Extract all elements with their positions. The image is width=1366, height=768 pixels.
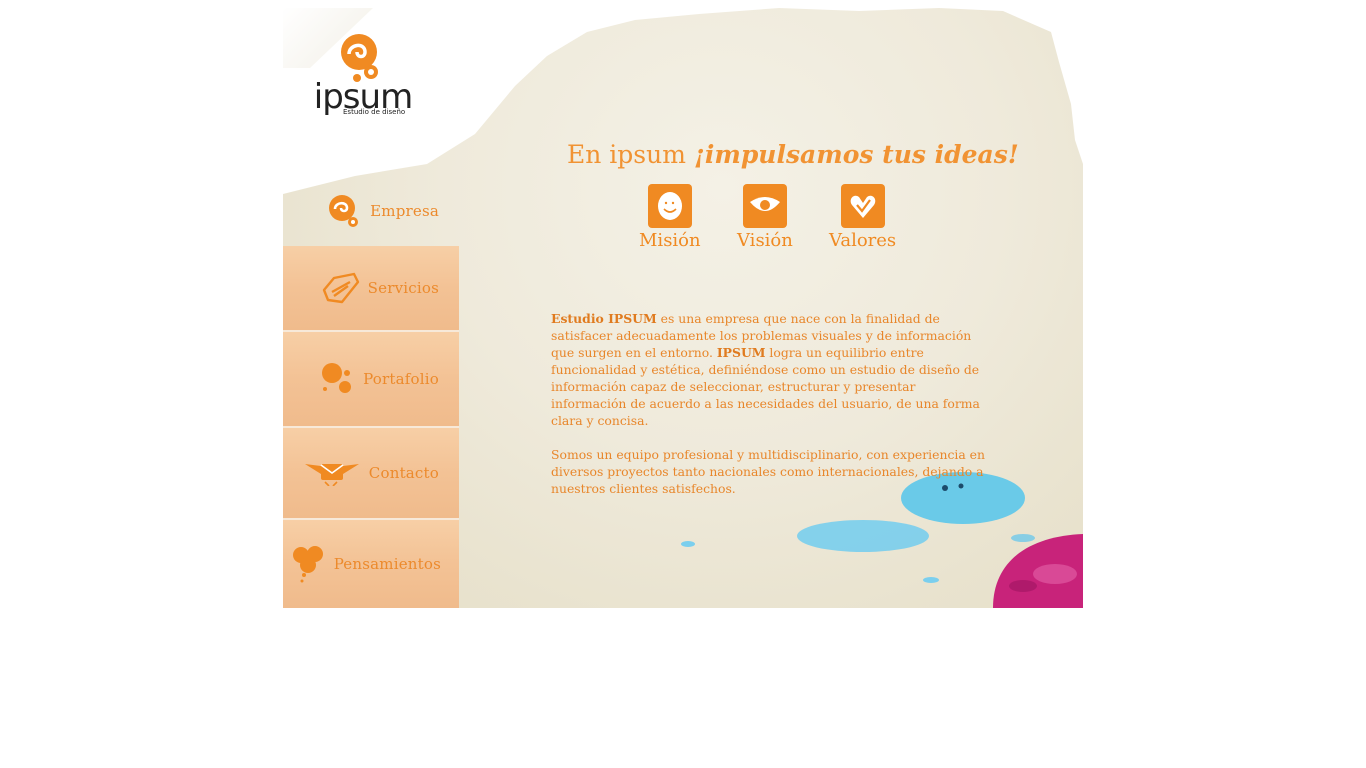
nav-label-empresa: Empresa [370, 202, 439, 220]
nav-label-portafolio: Portafolio [363, 370, 439, 388]
nav-label-servicios: Servicios [367, 279, 439, 297]
brand-name-bold: IPSUM [716, 345, 766, 360]
valores-link[interactable]: Valores [829, 184, 896, 251]
logo-swirl-icon [329, 195, 359, 227]
handshake-icon [322, 272, 359, 304]
eye-icon [742, 184, 787, 228]
nav-label-contacto: Contacto [368, 464, 439, 482]
nav-label-pensamientos: Pensamientos [333, 555, 441, 573]
company-name-bold: Estudio IPSUM [551, 311, 657, 326]
description-paragraph-2: Somos un equipo profesional y multidisci… [551, 447, 985, 496]
vision-label: Visión [737, 230, 793, 251]
site-logo[interactable]: ipsum Estudio de diseño [313, 32, 413, 122]
main-navigation: Empresa Servicios Portafolio Contacto Pe… [283, 176, 459, 608]
nav-item-pensamientos[interactable]: Pensamientos [283, 520, 459, 608]
company-description: Estudio IPSUM es una empresa que nace co… [551, 310, 991, 514]
nav-item-servicios[interactable]: Servicios [283, 246, 459, 330]
flower-icon [292, 546, 323, 583]
mision-link[interactable]: Misión [639, 184, 701, 251]
vision-link[interactable]: Visión [737, 184, 793, 251]
valores-label: Valores [829, 230, 897, 251]
winged-envelope-icon [304, 464, 359, 486]
smiley-face-icon [647, 184, 692, 228]
mision-label: Misión [639, 230, 701, 251]
nav-item-contacto[interactable]: Contacto [283, 428, 459, 518]
page-headline: En ipsum ¡impulsamos tus ideas! [567, 140, 1019, 169]
heart-check-icon [840, 184, 885, 228]
nav-item-empresa[interactable]: Empresa [283, 176, 459, 246]
headline-prefix: En ipsum [567, 140, 694, 169]
pillar-links: Misión Visión Valores [633, 184, 903, 264]
site-frame: ipsum Estudio de diseño Empresa Servicio… [283, 8, 1083, 608]
description-paragraph-1: Estudio IPSUM es una empresa que nace co… [551, 310, 991, 429]
nav-item-portafolio[interactable]: Portafolio [283, 332, 459, 426]
logo-swirl-icon [341, 34, 378, 82]
logo-tagline: Estudio de diseño [343, 108, 406, 116]
headline-emphasis: ¡impulsamos tus ideas! [693, 140, 1019, 169]
splatter-icon [322, 363, 352, 393]
